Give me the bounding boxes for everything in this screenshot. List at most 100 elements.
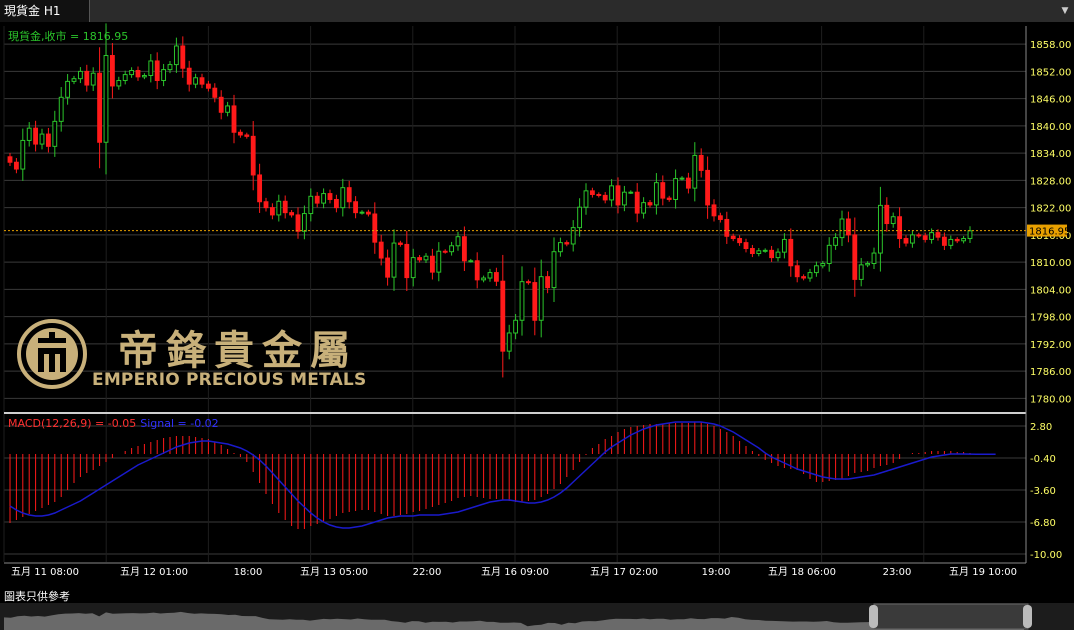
- price-tick-label: 1810.00: [1030, 258, 1071, 269]
- candle-body: [903, 238, 909, 244]
- candle-body: [634, 191, 640, 214]
- candle-body: [20, 139, 26, 170]
- price-tick-label: 1780.00: [1030, 394, 1071, 405]
- candle-body: [871, 252, 877, 265]
- candle-body: [794, 265, 800, 278]
- chart-scrollbar[interactable]: [0, 603, 1074, 630]
- candle-body: [186, 67, 192, 85]
- candle-body: [7, 156, 13, 163]
- candle-body: [148, 60, 154, 76]
- tab-bar: 現貨金 H1 ▼: [0, 0, 1074, 23]
- candle-body: [833, 237, 839, 246]
- candle-body: [218, 96, 224, 113]
- candle-body: [513, 319, 519, 334]
- price-tick-label: 1822.00: [1030, 204, 1071, 215]
- candle-body: [45, 133, 51, 147]
- watermark-logo: 帝鋒貴金屬 EMPERIO PRECIOUS METALS: [16, 316, 396, 396]
- candle-body: [609, 185, 615, 201]
- candle-body: [673, 178, 679, 200]
- candle-body: [711, 204, 717, 217]
- candle-body: [314, 195, 320, 204]
- candle-body: [557, 242, 563, 253]
- candle-body: [359, 211, 365, 214]
- candle-body: [583, 190, 589, 208]
- candle-body: [257, 174, 263, 203]
- candle-body: [826, 244, 832, 265]
- candle-body: [737, 238, 743, 244]
- candle-body: [141, 74, 147, 78]
- candle-body: [327, 193, 333, 200]
- price-tick-label: 1828.00: [1030, 176, 1071, 187]
- candle-body: [532, 282, 538, 321]
- candle-body: [967, 230, 973, 240]
- chart-tab[interactable]: 現貨金 H1: [0, 0, 90, 22]
- candle-body: [455, 236, 461, 247]
- time-tick-label: 五月 13 05:00: [300, 566, 368, 578]
- scrollbar-left-handle[interactable]: [869, 605, 878, 628]
- candle-body: [39, 133, 45, 145]
- candle-body: [916, 234, 922, 237]
- candle-body: [52, 120, 58, 147]
- candle-body: [487, 272, 493, 279]
- candle-body: [205, 83, 211, 89]
- candle-body: [167, 64, 173, 71]
- price-tick-label: 1804.00: [1030, 285, 1071, 296]
- candle-body: [858, 264, 864, 280]
- scrollbar-thumb[interactable]: [873, 603, 1029, 630]
- candle-body: [442, 250, 448, 253]
- candle-body: [749, 248, 755, 255]
- candle-body: [621, 191, 627, 206]
- candle-body: [417, 257, 423, 261]
- candle-body: [237, 131, 243, 136]
- candle-body: [519, 281, 525, 321]
- candle-body: [897, 216, 903, 240]
- current-price-tag: 1816.95: [1027, 224, 1070, 238]
- candle-body: [26, 127, 32, 141]
- candle-body: [890, 216, 896, 225]
- candle-body: [884, 204, 890, 225]
- candle-body: [378, 241, 384, 259]
- candle-body: [65, 80, 71, 98]
- candle-body: [90, 72, 96, 86]
- candle-body: [935, 232, 941, 238]
- candle-body: [845, 218, 851, 236]
- macd-legend: MACD(12,26,9) = -0.05 Signal = -0.02: [8, 417, 219, 430]
- candle-body: [244, 134, 250, 137]
- candle-body: [730, 235, 736, 240]
- candle-body: [353, 201, 359, 214]
- candle-body: [666, 197, 672, 200]
- candle-body: [865, 263, 871, 266]
- candle-body: [641, 202, 647, 214]
- macd-tick-label: 2.80: [1030, 422, 1052, 433]
- time-tick-label: 22:00: [413, 567, 442, 578]
- candle-body: [154, 60, 160, 81]
- candle-body: [33, 127, 39, 145]
- price-legend: 現貨金,收市 = 1816.95: [8, 29, 128, 43]
- candle-body: [289, 212, 295, 216]
- candle-body: [500, 280, 506, 352]
- time-tick-label: 18:00: [234, 567, 263, 578]
- candle-body: [589, 190, 595, 195]
- candle-body: [961, 238, 967, 242]
- candle-body: [551, 251, 557, 289]
- time-tick-label: 23:00: [883, 567, 912, 578]
- candle-body: [276, 200, 282, 216]
- candle-body: [468, 260, 474, 263]
- current-price-label: 1816.95: [1029, 227, 1070, 238]
- macd-tick-label: -10.00: [1030, 550, 1062, 561]
- candle-body: [596, 193, 602, 196]
- chevron-down-icon[interactable]: ▼: [1058, 0, 1072, 22]
- candle-body: [365, 211, 371, 215]
- logo-emblem-icon: [17, 319, 87, 389]
- scrollbar-right-handle[interactable]: [1023, 605, 1032, 628]
- candle-body: [909, 234, 915, 244]
- candle-body: [225, 105, 231, 113]
- candle-body: [423, 255, 429, 261]
- candle-body: [743, 242, 749, 250]
- candle-body: [788, 238, 794, 267]
- candle-body: [212, 87, 218, 98]
- candle-body: [724, 218, 730, 237]
- candle-body: [717, 215, 723, 220]
- time-tick-label: 五月 12 01:00: [120, 566, 188, 578]
- candle-body: [263, 201, 269, 209]
